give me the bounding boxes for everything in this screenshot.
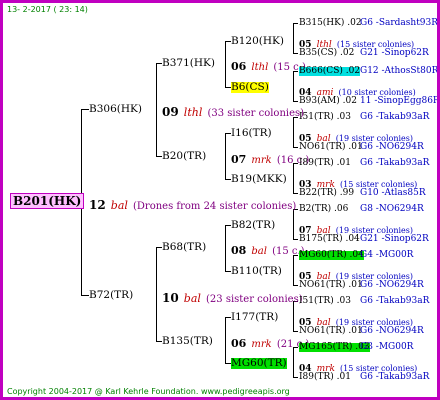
g4-bottom-id[interactable]: B93(AM) .02 <box>299 97 357 106</box>
g4-bottom-group: G6 -NO6294R <box>360 326 424 336</box>
connector <box>293 117 294 147</box>
g4-top-group: G3 -MG00R <box>360 342 414 352</box>
footer-copyright: Copyright 2004-2017 @ Karl Kehrle Founda… <box>7 387 290 396</box>
g1-top-id[interactable]: B306(HK) <box>89 104 142 115</box>
connector <box>293 255 294 285</box>
g4-bottom-group: G6 -NO6294R <box>360 142 424 152</box>
g1-top-info: 09 lthl (33 sister colonies) <box>162 105 305 119</box>
connector <box>293 147 298 148</box>
connector <box>156 247 157 341</box>
connector <box>293 239 298 240</box>
g4-top-id[interactable]: I51(TR) .03 <box>299 297 351 306</box>
connector <box>225 225 226 271</box>
connector <box>293 193 298 194</box>
g4-bottom-group: G21 -Sinop62R <box>360 48 429 58</box>
g3-c-id[interactable]: I16(TR) <box>231 128 272 139</box>
g4-bottom-id[interactable]: B35(CS) .02 <box>299 49 354 58</box>
connector <box>293 101 298 102</box>
header-date: 13- 2-2017 ( 23: 14) <box>7 5 88 14</box>
g3-g-id[interactable]: I177(TR) <box>231 312 278 323</box>
g1-bottom-info: 10 bal (23 sister colonies) <box>162 291 303 305</box>
g4-bottom-group: G21 -Sinop62R <box>360 234 429 244</box>
g4-bottom-group: 11 -SinopEgg86R <box>360 96 440 106</box>
g4-bottom-id[interactable]: B22(TR) .99 <box>299 189 354 198</box>
connector <box>81 109 89 110</box>
g3-d-id[interactable]: B19(MKK) <box>231 174 287 185</box>
pedigree-chart: 13- 2-2017 ( 23: 14) B201(HK) 12 bal (Dr… <box>0 0 440 400</box>
connector <box>293 377 298 378</box>
g2-d-info: 06 mrk (21 c.) <box>231 337 310 350</box>
g3-a-id[interactable]: B120(HK) <box>231 36 284 47</box>
g4-top-group: G12 -AthosSt80R <box>360 66 439 76</box>
g4-bottom-group: G6 -NO6294R <box>360 280 424 290</box>
connector <box>293 163 294 193</box>
root-queen-id[interactable]: B201(HK) <box>10 193 85 209</box>
connector <box>293 209 294 239</box>
g4-top-id[interactable]: B315(HK) .02 <box>299 19 362 28</box>
g2-b-id[interactable]: B20(TR) <box>162 151 206 162</box>
connector <box>225 317 226 363</box>
g4-top-id[interactable]: B2(TR) .06 <box>299 205 348 214</box>
connector <box>225 133 226 179</box>
connector <box>225 41 226 87</box>
g2-a-info: 06 lthl (15 c.) <box>231 60 306 73</box>
g4-top-group: G4 -MG00R <box>360 250 414 260</box>
connector <box>293 23 294 53</box>
g4-bottom-id[interactable]: NO61(TR) .01 <box>299 281 363 290</box>
g2-a-id[interactable]: B371(HK) <box>162 58 215 69</box>
g4-top-group: G6 -Takab93aR <box>360 296 430 306</box>
root-race: bal <box>110 199 128 212</box>
g2-b-info: 07 mrk (16 c.) <box>231 153 310 166</box>
connector <box>156 63 157 156</box>
g4-bottom-group: G6 -Takab93aR <box>360 372 430 382</box>
g1-bottom-id[interactable]: B72(TR) <box>89 290 133 301</box>
g4-top-id[interactable]: I51(TR) .03 <box>299 113 351 122</box>
g4-top-id[interactable]: I89(TR) .01 <box>299 159 351 168</box>
g4-bottom-id[interactable]: B175(TR) .04 <box>299 235 360 244</box>
connector <box>293 331 298 332</box>
connector <box>293 53 298 54</box>
g2-d-id[interactable]: B135(TR) <box>162 336 213 347</box>
connector <box>293 285 298 286</box>
root-gen: 12 <box>89 198 106 212</box>
g4-top-group: G6 -Sardasht93R <box>360 18 439 28</box>
g4-top-id[interactable]: MG60(TR) .04 <box>299 251 364 260</box>
g4-top-group: G6 -Takab93aR <box>360 158 430 168</box>
root-info: 12 bal (Drones from 24 sister colonies) <box>89 196 296 212</box>
g4-bottom-id[interactable]: NO61(TR) .01 <box>299 327 363 336</box>
g3-f-id[interactable]: B110(TR) <box>231 266 282 277</box>
root-note: (Drones from 24 sister colonies) <box>133 201 297 212</box>
g4-bottom-group: G10 -Atlas85R <box>360 188 426 198</box>
g3-b-id[interactable]: B6(CS) <box>231 82 269 93</box>
g4-bottom-id[interactable]: NO61(TR) .01 <box>299 143 363 152</box>
connector <box>293 347 294 377</box>
g4-bottom-id[interactable]: I89(TR) .01 <box>299 373 351 382</box>
connector <box>293 23 298 24</box>
g3-h-id[interactable]: MG60(TR) <box>231 358 287 369</box>
g2-c-id[interactable]: B68(TR) <box>162 242 206 253</box>
g3-e-id[interactable]: B82(TR) <box>231 220 275 231</box>
g4-top-id[interactable]: MG165(TR) .03 <box>299 343 370 352</box>
g4-top-group: G6 -Takab93aR <box>360 112 430 122</box>
connector <box>293 301 294 331</box>
g2-c-info: 08 bal (15 c.) <box>231 244 305 257</box>
g4-top-id[interactable]: B666(CS) .02 <box>299 67 361 76</box>
connector <box>293 71 294 101</box>
connector <box>81 295 89 296</box>
g4-top-group: G8 -NO6294R <box>360 204 424 214</box>
